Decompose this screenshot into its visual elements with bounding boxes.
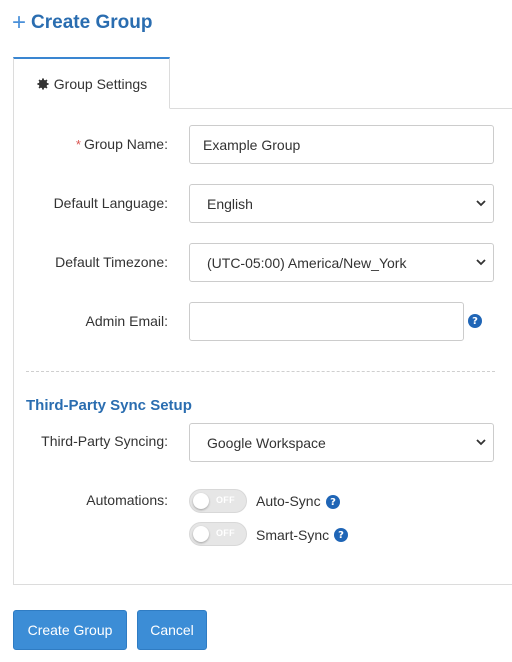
plus-icon: +: [12, 9, 27, 36]
admin-email-help-icon[interactable]: ?: [468, 314, 482, 328]
default-timezone-select[interactable]: (UTC-05:00) America/New_York: [189, 243, 494, 282]
toggle-state: OFF: [216, 495, 235, 505]
section-divider: [26, 371, 495, 372]
required-mark: *: [75, 137, 81, 152]
chevron-down-icon: [476, 439, 486, 446]
auto-sync-help-icon[interactable]: ?: [326, 495, 340, 509]
third-party-syncing-select[interactable]: Google Workspace: [189, 423, 494, 462]
third-party-syncing-label: Third-Party Syncing:: [41, 433, 168, 449]
group-name-input[interactable]: Example Group: [189, 125, 494, 164]
admin-email-input[interactable]: [189, 302, 464, 341]
smart-sync-label: Smart-Sync: [256, 527, 330, 543]
cancel-button[interactable]: Cancel: [137, 610, 207, 650]
sync-section-title: Third-Party Sync Setup: [26, 397, 192, 414]
tab-group-settings[interactable]: Group Settings: [13, 57, 170, 109]
settings-panel: [13, 108, 512, 585]
group-name-label: * Group Name:: [75, 136, 168, 152]
default-language-label: Default Language:: [53, 195, 168, 211]
chevron-down-icon: [476, 200, 486, 207]
toggle-state: OFF: [216, 528, 235, 538]
tab-label: Group Settings: [53, 75, 148, 92]
admin-email-label: Admin Email:: [85, 313, 168, 329]
auto-sync-label: Auto-Sync: [256, 493, 321, 509]
gear-icon: [37, 77, 49, 90]
toggle-knob: [193, 526, 209, 542]
smart-sync-toggle[interactable]: OFF: [189, 522, 247, 546]
default-timezone-label: Default Timezone:: [55, 254, 168, 270]
page-title: Create Group: [31, 12, 153, 33]
tab-bar: Group Settings: [13, 57, 512, 109]
smart-sync-help-icon[interactable]: ?: [334, 528, 348, 542]
page-header: + Create Group: [12, 10, 152, 36]
create-group-button[interactable]: Create Group: [13, 610, 127, 650]
toggle-knob: [193, 493, 209, 509]
auto-sync-toggle[interactable]: OFF: [189, 489, 247, 513]
default-language-select[interactable]: English: [189, 184, 494, 223]
chevron-down-icon: [476, 259, 486, 266]
automations-label: Automations:: [86, 492, 168, 508]
